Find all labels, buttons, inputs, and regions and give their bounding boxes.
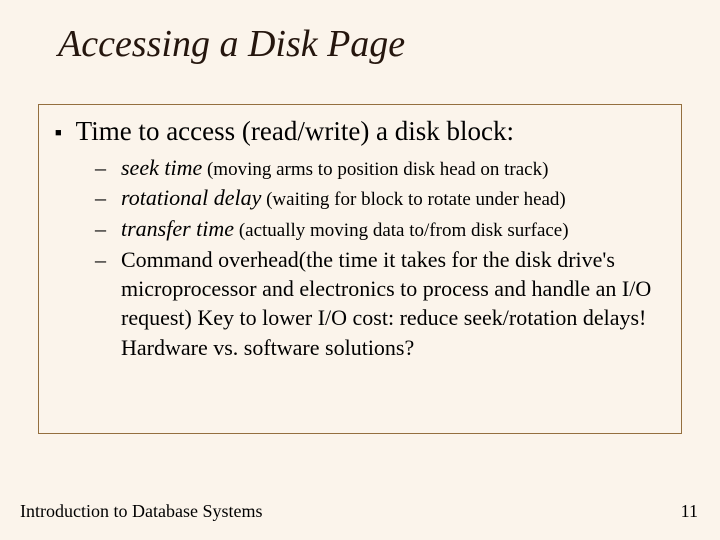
sub-bullet-text: transfer time (actually moving data to/f… — [121, 214, 569, 243]
dash-bullet-icon: – — [95, 183, 109, 213]
dash-bullet-icon: – — [95, 153, 109, 183]
square-bullet-icon: ■ — [55, 127, 62, 139]
dash-bullet-icon: – — [95, 214, 109, 244]
slide-title: Accessing a Disk Page — [0, 0, 720, 66]
sub-bullet-item: – Command overhead(the time it takes for… — [95, 245, 669, 362]
footer-text: Introduction to Database Systems — [20, 501, 262, 522]
sub-bullet-item: – rotational delay (waiting for block to… — [95, 183, 669, 213]
sub-bullet-text: Command overhead(the time it takes for t… — [121, 245, 669, 362]
bullet-item: ■ Time to access (read/write) a disk blo… — [55, 115, 669, 149]
sub-bullet-item: – seek time (moving arms to position dis… — [95, 153, 669, 183]
content-box: ■ Time to access (read/write) a disk blo… — [38, 104, 682, 434]
sub-bullet-list: – seek time (moving arms to position dis… — [95, 153, 669, 362]
sub-bullet-text: rotational delay (waiting for block to r… — [121, 183, 566, 212]
bullet-text: Time to access (read/write) a disk block… — [76, 115, 514, 149]
sub-bullet-item: – transfer time (actually moving data to… — [95, 214, 669, 244]
page-number: 11 — [681, 501, 698, 522]
dash-bullet-icon: – — [95, 245, 109, 275]
slide: Accessing a Disk Page ■ Time to access (… — [0, 0, 720, 540]
sub-bullet-text: seek time (moving arms to position disk … — [121, 153, 548, 182]
